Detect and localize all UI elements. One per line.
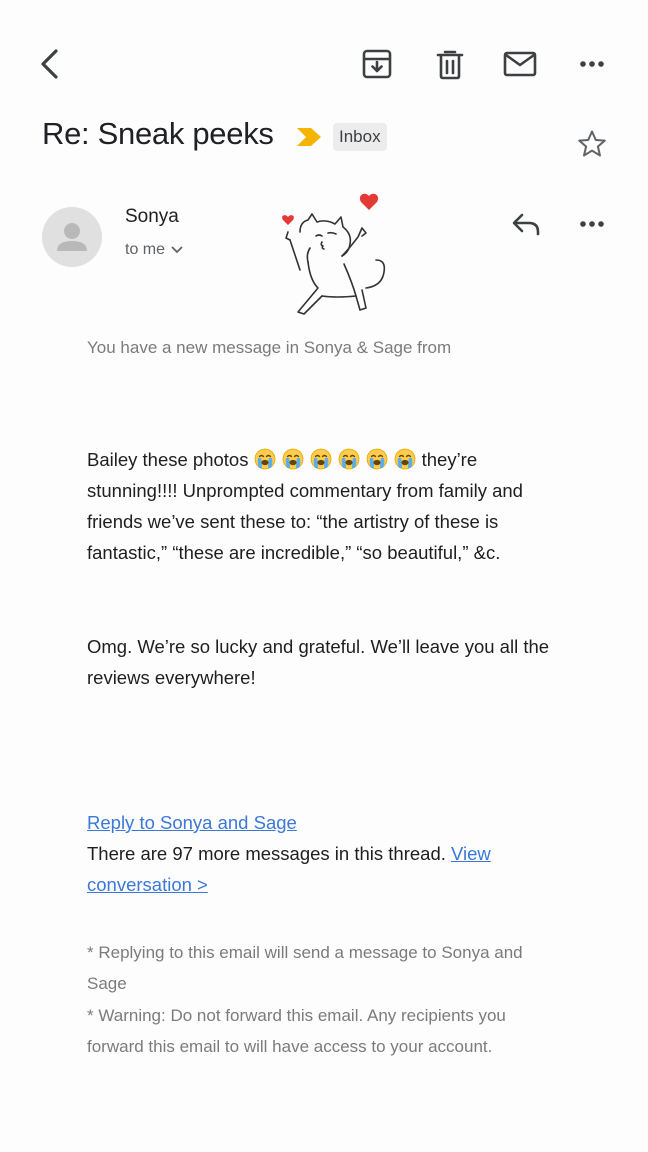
avatar[interactable]: [42, 207, 102, 267]
delete-button[interactable]: [428, 42, 472, 86]
loudly-crying-face-emoji: [366, 448, 388, 470]
recipient-label: to me: [125, 241, 166, 258]
mark-unread-button[interactable]: [498, 42, 542, 86]
star-outline-icon: [578, 130, 606, 157]
trash-icon: [436, 50, 464, 80]
more-options-button[interactable]: [570, 42, 614, 86]
emoji-group: [254, 448, 422, 470]
loudly-crying-face-emoji: [338, 448, 360, 470]
reply-link-line: Reply to Sonya and Sage: [87, 807, 567, 838]
loudly-crying-face-emoji: [394, 448, 416, 470]
message-paragraph-1: Bailey these photos they’re stunning!!!!…: [87, 444, 567, 568]
star-button[interactable]: [570, 122, 614, 166]
archive-icon: [362, 49, 392, 79]
person-icon: [57, 223, 87, 251]
reply-button[interactable]: [504, 202, 548, 246]
back-button[interactable]: [28, 42, 72, 86]
paragraph1-start: Bailey these photos: [87, 449, 249, 470]
email-subject: Re: Sneak peeks: [42, 116, 274, 151]
recipient-details-toggle[interactable]: to me: [125, 241, 183, 259]
footnote-reply: * Replying to this email will send a mes…: [87, 943, 523, 993]
reply-link[interactable]: Reply to Sonya and Sage: [87, 812, 297, 833]
reply-icon: [512, 213, 540, 236]
chevron-left-icon: [41, 49, 58, 79]
view-conversation-link-part1[interactable]: View: [451, 843, 491, 864]
more-horizontal-icon: [580, 221, 604, 227]
footnote-warning: * Warning: Do not forward this email. An…: [87, 1006, 506, 1056]
cat-hearts-sticker: [270, 192, 395, 324]
inbox-label[interactable]: Inbox: [333, 123, 387, 151]
message-paragraph-2: Omg. We’re so lucky and grateful. We’ll …: [87, 636, 550, 688]
view-conversation-link-part2[interactable]: conversation >: [87, 874, 208, 895]
thread-info: There are 97 more messages in this threa…: [87, 838, 567, 900]
chevron-down-icon: [171, 246, 183, 254]
message-preview: You have a new message in Sonya & Sage f…: [87, 338, 452, 357]
importance-marker-icon[interactable]: [295, 126, 323, 148]
envelope-icon: [503, 51, 537, 77]
loudly-crying-face-emoji: [310, 448, 332, 470]
loudly-crying-face-emoji: [254, 448, 276, 470]
sender-name[interactable]: Sonya: [125, 206, 179, 228]
loudly-crying-face-emoji: [282, 448, 304, 470]
thread-text: There are 97 more messages in this threa…: [87, 843, 446, 864]
message-more-options-button[interactable]: [570, 202, 614, 246]
more-horizontal-icon: [580, 61, 604, 67]
archive-button[interactable]: [355, 42, 399, 86]
